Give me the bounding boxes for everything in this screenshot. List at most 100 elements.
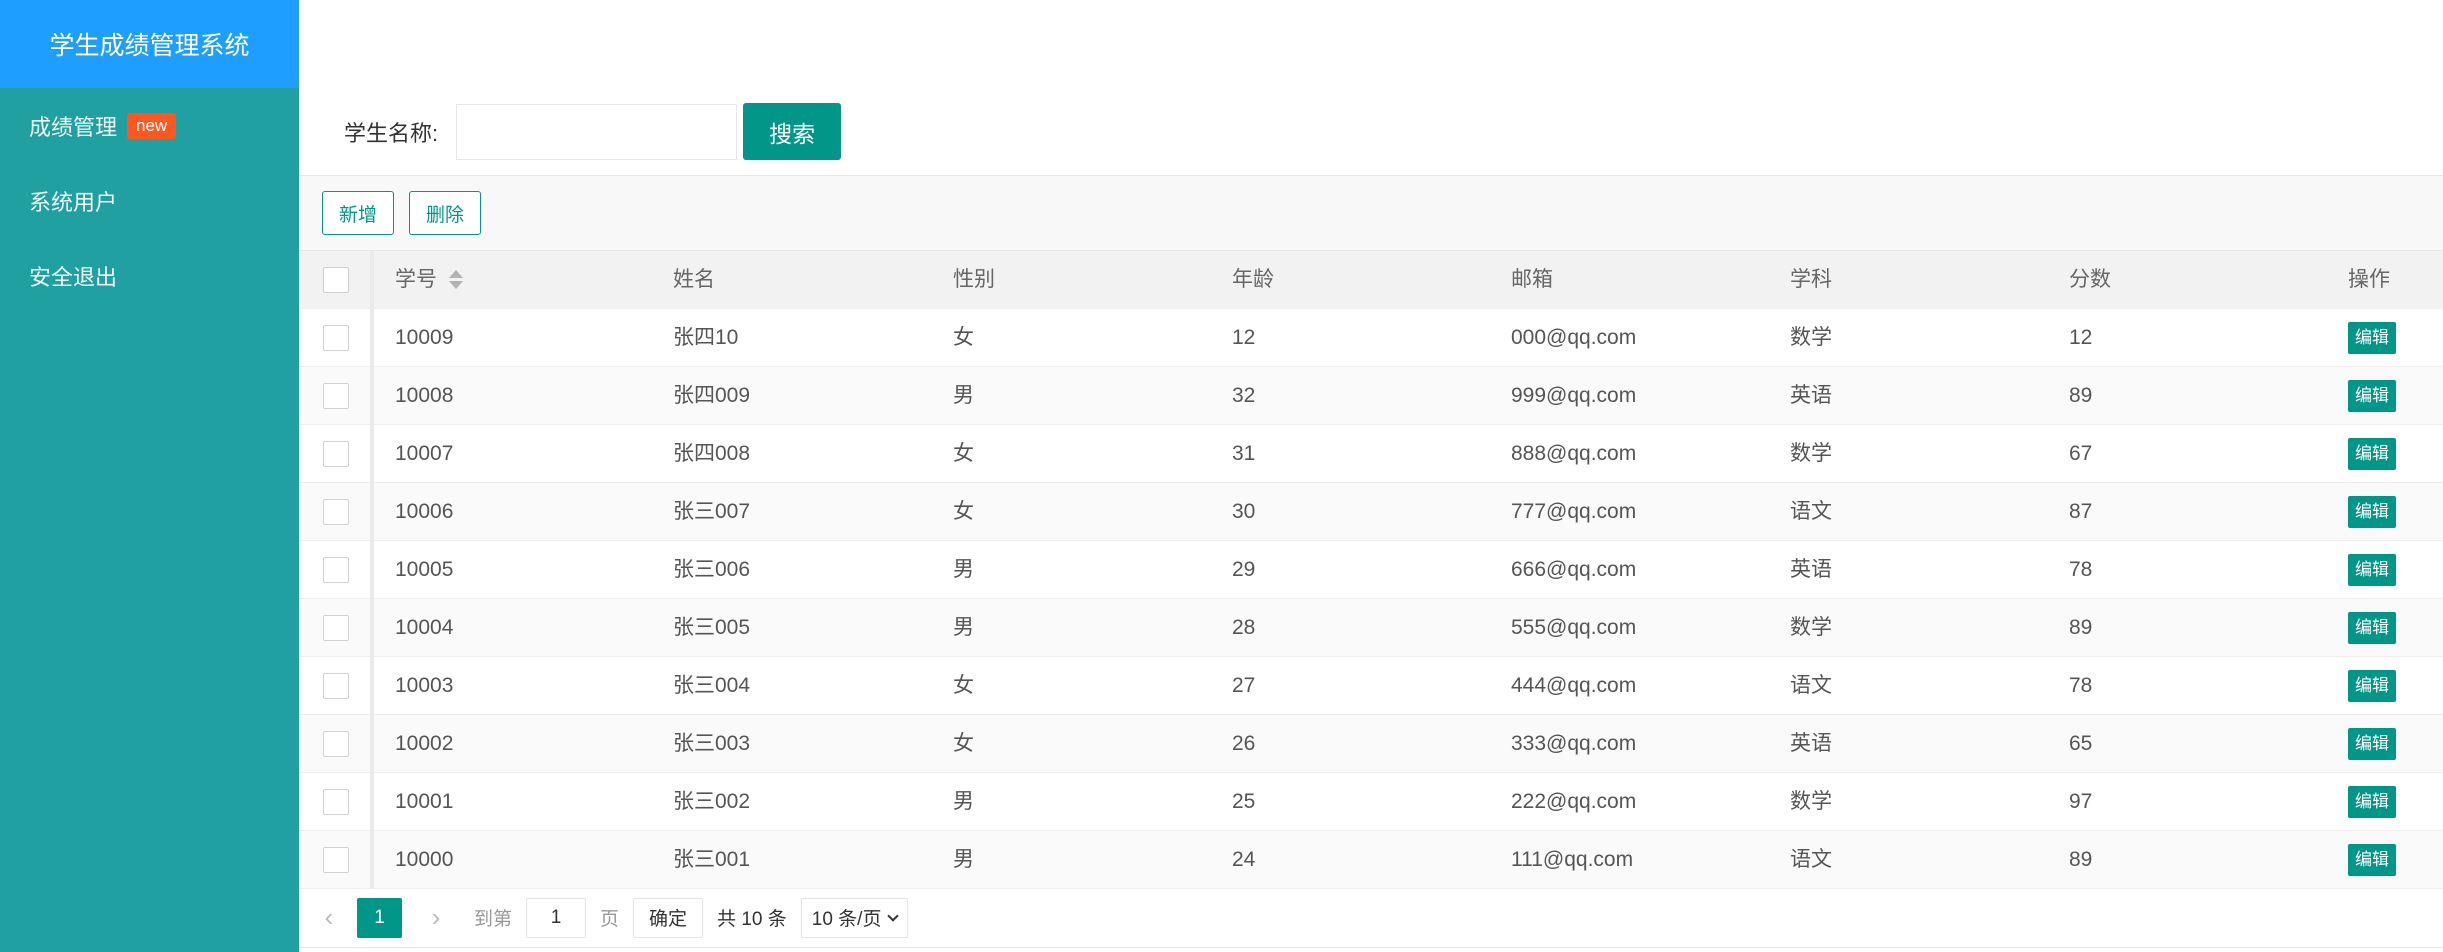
cell-sid: 10002 xyxy=(395,732,454,755)
edit-button[interactable]: 编辑 xyxy=(2348,728,2396,761)
chevron-right-icon[interactable]: › xyxy=(428,902,444,932)
cell-subject: 语文 xyxy=(1790,848,1832,871)
edit-button[interactable]: 编辑 xyxy=(2348,322,2396,355)
edit-button[interactable]: 编辑 xyxy=(2348,844,2396,877)
cell-email: 444@qq.com xyxy=(1511,674,1637,697)
data-table: 学号 姓名 性别 年龄 邮箱 学科 分数 操作 10009 张四10 女 12 000@… xyxy=(299,251,2443,889)
sidebar-item-label: 系统用户 xyxy=(29,189,118,215)
row-checkbox[interactable] xyxy=(323,731,349,757)
column-header-name: 姓名 xyxy=(673,268,715,291)
cell-name: 张三001 xyxy=(673,848,751,871)
cell-age: 26 xyxy=(1232,732,1256,755)
table-row: 10009 张四10 女 12 000@qq.com 数学 12 编辑 xyxy=(299,309,2443,367)
row-checkbox[interactable] xyxy=(323,789,349,815)
cell-sid: 10000 xyxy=(395,848,454,871)
row-checkbox[interactable] xyxy=(323,673,349,699)
cell-subject: 英语 xyxy=(1790,732,1832,755)
cell-name: 张四008 xyxy=(673,442,751,465)
delete-button[interactable]: 删除 xyxy=(409,191,482,235)
sort-icon[interactable] xyxy=(449,270,463,290)
cell-age: 28 xyxy=(1232,616,1256,639)
search-button[interactable]: 搜索 xyxy=(743,103,842,160)
edit-button[interactable]: 编辑 xyxy=(2348,496,2396,529)
cell-subject: 英语 xyxy=(1790,384,1832,407)
row-checkbox[interactable] xyxy=(323,499,349,525)
edit-button[interactable]: 编辑 xyxy=(2348,786,2396,819)
column-header-actions: 操作 xyxy=(2348,268,2390,291)
cell-score: 89 xyxy=(2069,848,2093,871)
select-all-checkbox[interactable] xyxy=(323,267,349,293)
cell-email: 000@qq.com xyxy=(1511,326,1637,349)
row-checkbox[interactable] xyxy=(323,441,349,467)
edit-button[interactable]: 编辑 xyxy=(2348,612,2396,645)
cell-sid: 10007 xyxy=(395,442,454,465)
search-input[interactable] xyxy=(456,103,738,160)
cell-name: 张四10 xyxy=(673,326,739,349)
cell-name: 张三004 xyxy=(673,674,751,697)
page-size-select[interactable]: 10 条/页 xyxy=(800,897,909,938)
cell-name: 张三002 xyxy=(673,790,751,813)
cell-actions: 编辑 xyxy=(2348,599,2396,657)
column-header-sid[interactable]: 学号 xyxy=(395,251,463,309)
sidebar-item-label: 安全退出 xyxy=(29,264,118,290)
edit-button[interactable]: 编辑 xyxy=(2348,438,2396,471)
cell-gender: 男 xyxy=(953,384,974,407)
cell-subject: 数学 xyxy=(1790,616,1832,639)
current-page-button[interactable]: 1 xyxy=(357,897,402,938)
goto-page-input[interactable] xyxy=(526,897,587,938)
cell-score: 12 xyxy=(2069,326,2093,349)
cell-score: 78 xyxy=(2069,558,2093,581)
total-count: 共 10 条 xyxy=(717,909,787,930)
cell-age: 25 xyxy=(1232,790,1256,813)
cell-sid: 10008 xyxy=(395,384,454,407)
sidebar-item-label: 成绩管理 xyxy=(29,114,118,140)
sidebar-item-users[interactable]: 系统用户 xyxy=(0,163,299,238)
confirm-button[interactable]: 确定 xyxy=(633,897,704,938)
row-checkbox[interactable] xyxy=(323,847,349,873)
cell-subject: 英语 xyxy=(1790,558,1832,581)
row-checkbox[interactable] xyxy=(323,383,349,409)
cell-age: 12 xyxy=(1232,326,1256,349)
column-header-gender: 性别 xyxy=(953,268,995,291)
chevron-left-icon[interactable]: ‹ xyxy=(321,902,337,932)
search-bar: 学生名称: 搜索 xyxy=(344,103,842,160)
table-row: 10007 张四008 女 31 888@qq.com 数学 67 编辑 xyxy=(299,425,2443,483)
cell-name: 张三003 xyxy=(673,732,751,755)
sidebar-item-logout[interactable]: 安全退出 xyxy=(0,238,299,313)
cell-age: 24 xyxy=(1232,848,1256,871)
app-title[interactable]: 学生成绩管理系统 xyxy=(0,0,299,88)
cell-gender: 女 xyxy=(953,326,974,349)
cell-subject: 数学 xyxy=(1790,790,1832,813)
cell-sid: 10005 xyxy=(395,558,454,581)
cell-email: 888@qq.com xyxy=(1511,442,1637,465)
column-header-subject: 学科 xyxy=(1790,268,1832,291)
row-checkbox[interactable] xyxy=(323,325,349,351)
table-row: 10004 张三005 男 28 555@qq.com 数学 89 编辑 xyxy=(299,599,2443,657)
cell-score: 89 xyxy=(2069,384,2093,407)
cell-sid: 10009 xyxy=(395,326,454,349)
row-checkbox[interactable] xyxy=(323,557,349,583)
cell-actions: 编辑 xyxy=(2348,657,2396,715)
table-row: 10006 张三007 女 30 777@qq.com 语文 87 编辑 xyxy=(299,483,2443,541)
table-row: 10008 张四009 男 32 999@qq.com 英语 89 编辑 xyxy=(299,367,2443,425)
add-button[interactable]: 新增 xyxy=(322,191,395,235)
edit-button[interactable]: 编辑 xyxy=(2348,670,2396,703)
cell-gender: 男 xyxy=(953,848,974,871)
cell-score: 67 xyxy=(2069,442,2093,465)
edit-button[interactable]: 编辑 xyxy=(2348,554,2396,587)
cell-actions: 编辑 xyxy=(2348,831,2396,889)
cell-email: 111@qq.com xyxy=(1511,848,1634,871)
cell-gender: 女 xyxy=(953,500,974,523)
cell-email: 222@qq.com xyxy=(1511,790,1637,813)
edit-button[interactable]: 编辑 xyxy=(2348,380,2396,413)
cell-actions: 编辑 xyxy=(2348,425,2396,483)
sidebar-item-grades[interactable]: 成绩管理 new xyxy=(0,88,299,163)
new-badge: new xyxy=(127,112,177,139)
table-header: 学号 姓名 性别 年龄 邮箱 学科 分数 操作 xyxy=(299,251,2443,309)
row-checkbox[interactable] xyxy=(323,615,349,641)
cell-sid: 10004 xyxy=(395,616,454,639)
cell-email: 555@qq.com xyxy=(1511,616,1637,639)
cell-name: 张三005 xyxy=(673,616,751,639)
cell-age: 27 xyxy=(1232,674,1256,697)
sidebar: 学生成绩管理系统 成绩管理 new 系统用户 安全退出 xyxy=(0,0,299,952)
